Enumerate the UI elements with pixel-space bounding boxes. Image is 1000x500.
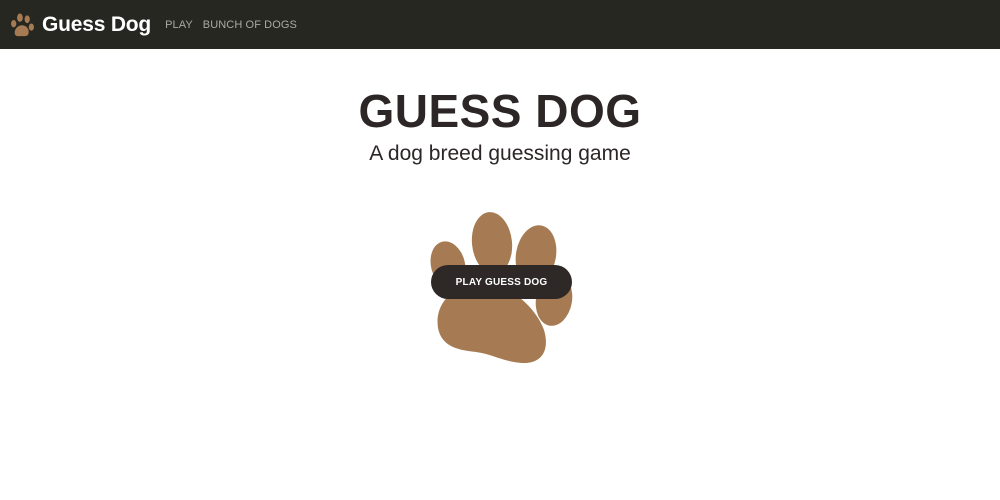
page-subtitle: A dog breed guessing game	[369, 142, 631, 165]
play-guess-dog-button[interactable]: PLAY GUESS DOG	[431, 265, 572, 299]
paw-icon	[11, 13, 34, 36]
nav-link-play[interactable]: PLAY	[165, 19, 193, 31]
navbar: Guess Dog PLAY BUNCH OF DOGS	[0, 0, 1000, 49]
brand-link[interactable]: Guess Dog	[9, 12, 151, 38]
nav-links: PLAY BUNCH OF DOGS	[165, 19, 307, 31]
page-title: GUESS DOG	[358, 85, 642, 137]
brand-name: Guess Dog	[42, 12, 152, 36]
nav-link-bunch-of-dogs[interactable]: BUNCH OF DOGS	[203, 19, 297, 31]
